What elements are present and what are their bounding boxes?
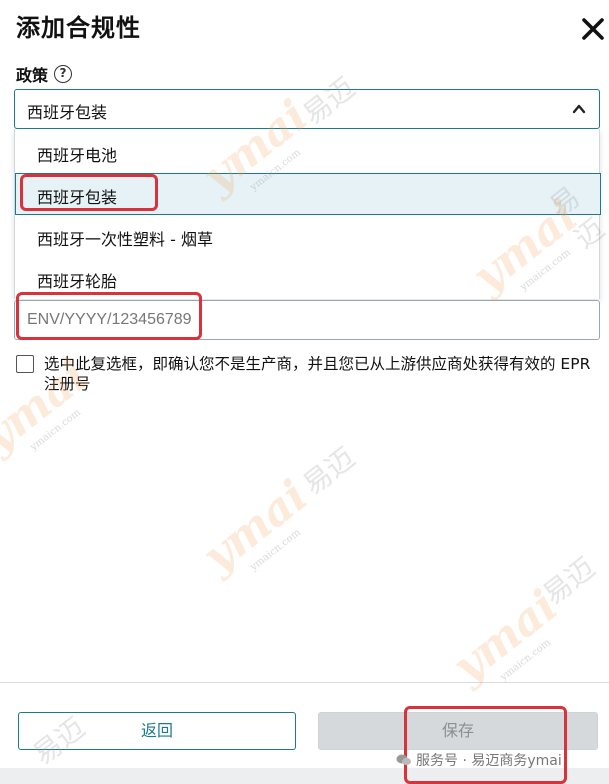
option-label: 西班牙一次性塑料 - 烟草 [37, 230, 213, 249]
wechat-footnote: 服务号 · 易迈商务ymai [396, 750, 562, 770]
checkbox-label: 选中此复选框，即确认您不是生产商，并且您已从上游供应商处获得有效的 EPR 注册… [44, 355, 591, 393]
question-circle-icon[interactable]: ? [54, 65, 73, 83]
option-label: 西班牙电池 [37, 146, 118, 165]
option-label: 西班牙轮胎 [37, 272, 118, 291]
footnote-text: 服务号 · 易迈商务ymai [416, 753, 562, 769]
bottom-bar [0, 768, 609, 784]
policy-select[interactable]: 西班牙包装 [14, 89, 600, 129]
footer-divider [0, 682, 609, 683]
dialog-title: 添加合规性 [16, 14, 141, 42]
watermark-logo-cn: 易迈 [536, 550, 602, 612]
save-button[interactable]: 保存 [318, 712, 598, 750]
add-compliance-dialog: 添加合规性 政策 ? 西班牙包装 西班牙电池 西班牙包装 西班牙一次性塑料 - … [0, 0, 609, 784]
policy-option-plastic-tobacco[interactable]: 西班牙一次性塑料 - 烟草 [15, 215, 601, 257]
epr-registration-input[interactable] [14, 300, 600, 340]
policy-option-battery[interactable]: 西班牙电池 [15, 131, 601, 173]
policy-label: 政策 [16, 66, 49, 85]
watermark-logo: ymai ymaicn.com [193, 470, 318, 583]
wechat-icon [396, 754, 411, 766]
not-producer-checkbox[interactable] [16, 355, 34, 373]
option-label: 西班牙包装 [37, 188, 118, 207]
policy-select-value: 西班牙包装 [27, 103, 108, 122]
watermark-logo: ymai ymaicn.com [443, 580, 568, 693]
chevron-up-icon [572, 104, 586, 114]
policy-option-tires[interactable]: 西班牙轮胎 [15, 257, 601, 299]
back-button[interactable]: 返回 [18, 712, 296, 750]
policy-dropdown-list: 西班牙电池 西班牙包装 西班牙一次性塑料 - 烟草 西班牙轮胎 [14, 129, 601, 299]
policy-label-row: 政策 ? [16, 62, 73, 86]
policy-option-packaging[interactable]: 西班牙包装 [15, 173, 601, 215]
watermark-logo-cn: 易迈 [296, 440, 362, 502]
close-icon[interactable] [580, 16, 606, 42]
